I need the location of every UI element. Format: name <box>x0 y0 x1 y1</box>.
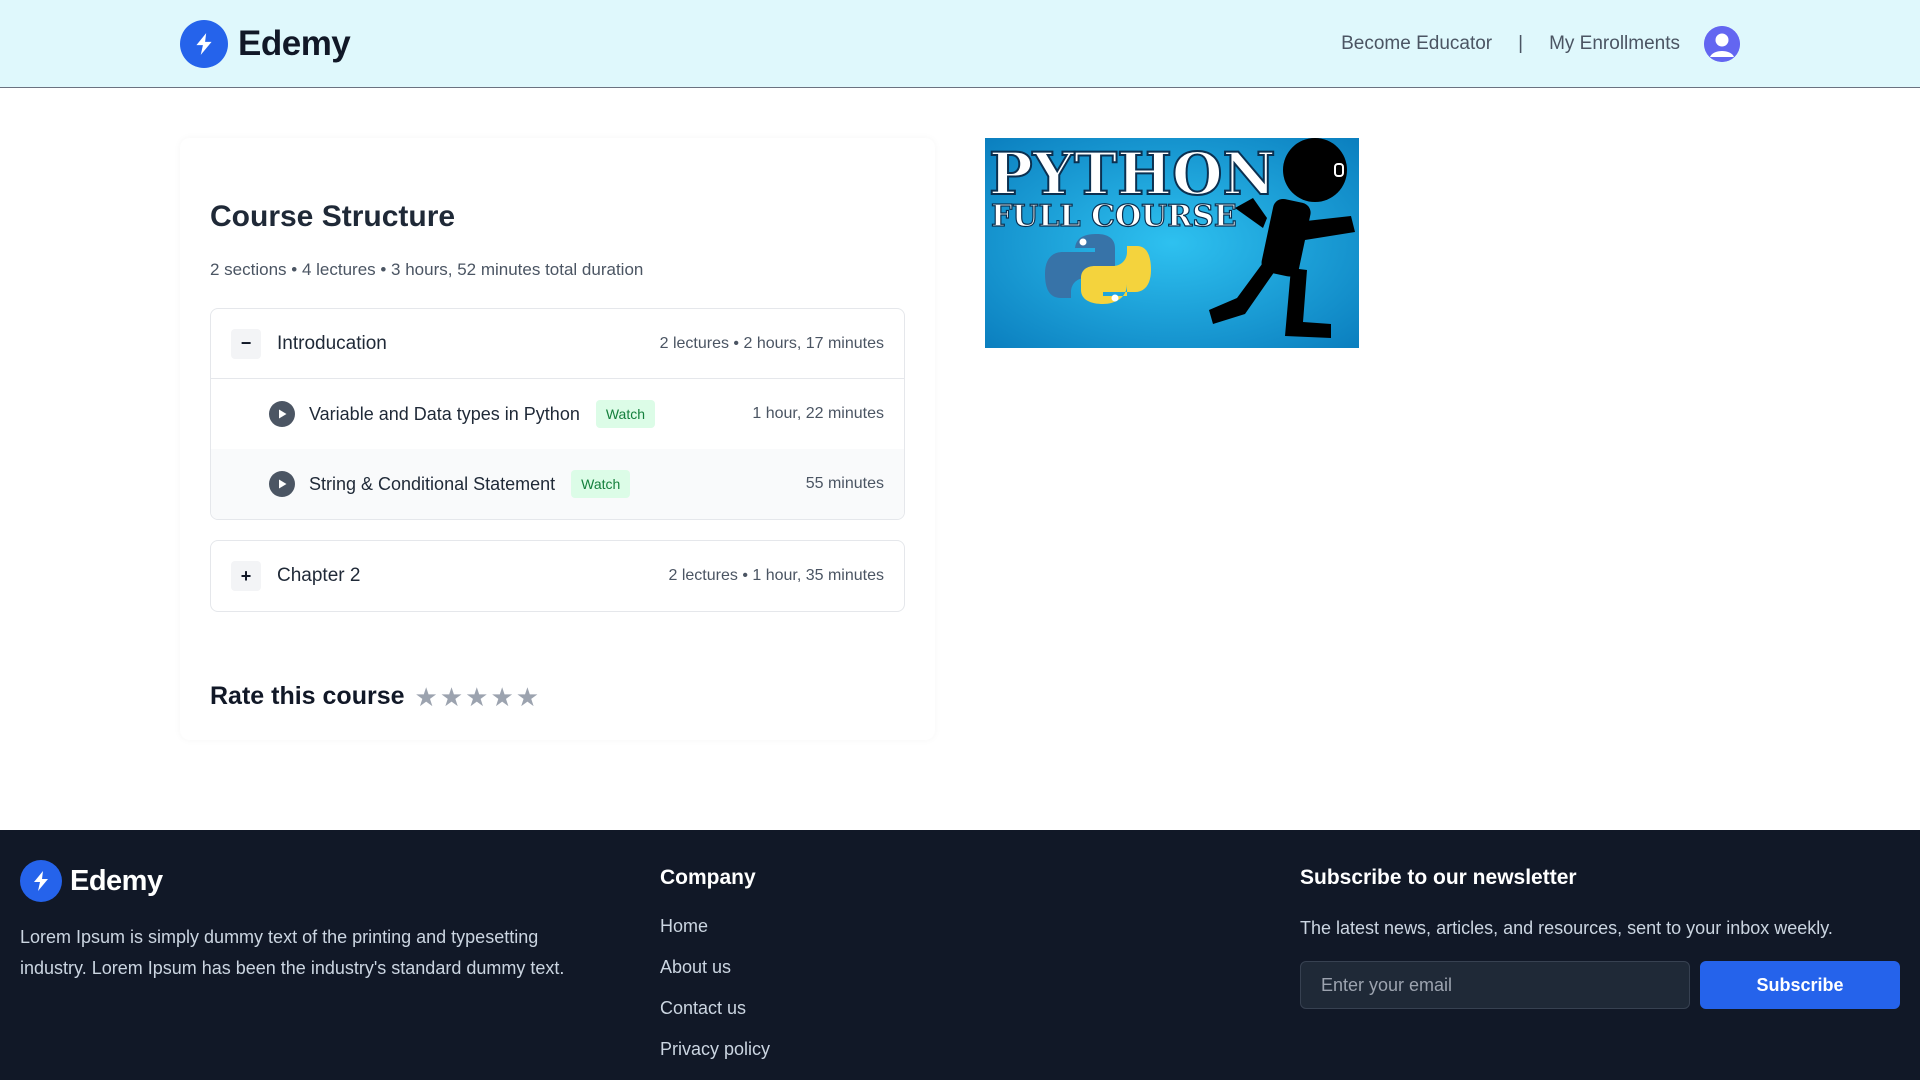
rate-course-row: Rate this course ★ ★ ★ ★ ★ <box>210 682 905 711</box>
nav-separator: | <box>1518 32 1524 54</box>
top-header: Edemy Become Educator | My Enrollments <box>0 0 1920 88</box>
brand-logo[interactable]: Edemy <box>180 19 351 68</box>
lecture-duration: 1 hour, 22 minutes <box>752 405 884 422</box>
thumbnail-title: PYTHON <box>989 140 1276 208</box>
site-footer: Edemy Lorem Ipsum is simply dummy text o… <box>0 830 1920 1080</box>
lecture-title: Variable and Data types in Python <box>309 403 580 424</box>
footer-brand-logo[interactable]: Edemy <box>20 860 600 902</box>
lightning-bolt-icon <box>180 19 228 68</box>
newsletter-text: The latest news, articles, and resources… <box>1300 918 1833 938</box>
user-avatar-icon[interactable] <box>1704 25 1740 62</box>
section-name: Introducation <box>277 332 387 354</box>
brand-name: Edemy <box>238 23 351 63</box>
footer-link-contact[interactable]: Contact us <box>660 988 770 1029</box>
course-thumbnail: PYTHON FULL COURSE <box>985 138 1359 348</box>
star-icon[interactable]: ★ <box>415 684 438 710</box>
section-card-chapter-2: + Chapter 2 2 lectures • 1 hour, 35 minu… <box>210 540 905 612</box>
footer-about: Edemy Lorem Ipsum is simply dummy text o… <box>20 860 600 984</box>
email-input[interactable] <box>1300 961 1690 1009</box>
play-icon[interactable] <box>269 471 295 497</box>
star-icon[interactable]: ★ <box>465 684 488 710</box>
section-meta: 2 lectures • 1 hour, 35 minutes <box>668 567 885 584</box>
company-heading: Company <box>660 866 756 889</box>
watch-button[interactable]: Watch <box>571 470 631 498</box>
lecture-item: Variable and Data types in Python Watch … <box>211 379 904 449</box>
star-icon[interactable]: ★ <box>490 684 513 710</box>
lecture-item: String & Conditional Statement Watch 55 … <box>211 449 904 519</box>
footer-description: Lorem Ipsum is simply dummy text of the … <box>20 927 565 978</box>
lecture-duration: 55 minutes <box>805 475 884 492</box>
expand-icon[interactable]: + <box>231 561 261 591</box>
thumbnail-subtitle: FULL COURSE <box>991 199 1237 234</box>
my-enrollments-link[interactable]: My Enrollments <box>1549 33 1680 55</box>
star-rating: ★ ★ ★ ★ ★ <box>415 684 540 710</box>
subscribe-form: Subscribe <box>1300 961 1900 1009</box>
play-icon[interactable] <box>269 401 295 427</box>
section-header[interactable]: + Chapter 2 2 lectures • 1 hour, 35 minu… <box>211 541 904 611</box>
become-educator-link[interactable]: Become Educator <box>1341 33 1492 55</box>
section-name: Chapter 2 <box>277 565 361 586</box>
section-card-introduction: − Introducation 2 lectures • 2 hours, 17… <box>210 308 905 520</box>
lightning-bolt-icon <box>20 860 62 902</box>
footer-company: Company Home About us Contact us Privacy… <box>660 866 770 1070</box>
footer-brand-name: Edemy <box>70 864 163 897</box>
collapse-icon[interactable]: − <box>231 328 261 359</box>
lecture-title: String & Conditional Statement <box>309 473 556 494</box>
course-summary: 2 sections • 4 lectures • 3 hours, 52 mi… <box>210 260 644 279</box>
course-structure-title: Course Structure <box>210 200 456 233</box>
footer-links: Home About us Contact us Privacy policy <box>660 906 770 1070</box>
footer-newsletter: Subscribe to our newsletter The latest n… <box>1300 866 1900 1009</box>
course-structure-panel: Course Structure 2 sections • 4 lectures… <box>180 138 935 740</box>
footer-link-about[interactable]: About us <box>660 947 770 988</box>
rate-course-title: Rate this course <box>210 682 405 710</box>
newsletter-heading: Subscribe to our newsletter <box>1300 866 1577 889</box>
star-icon[interactable]: ★ <box>440 684 463 710</box>
star-icon[interactable]: ★ <box>516 684 539 710</box>
header-nav: Become Educator | My Enrollments <box>1341 25 1740 62</box>
footer-link-home[interactable]: Home <box>660 906 770 947</box>
footer-link-privacy[interactable]: Privacy policy <box>660 1029 770 1070</box>
section-meta: 2 lectures • 2 hours, 17 minutes <box>659 334 884 352</box>
watch-button[interactable]: Watch <box>595 400 655 428</box>
subscribe-button[interactable]: Subscribe <box>1700 961 1900 1009</box>
section-header[interactable]: − Introducation 2 lectures • 2 hours, 17… <box>211 309 904 379</box>
